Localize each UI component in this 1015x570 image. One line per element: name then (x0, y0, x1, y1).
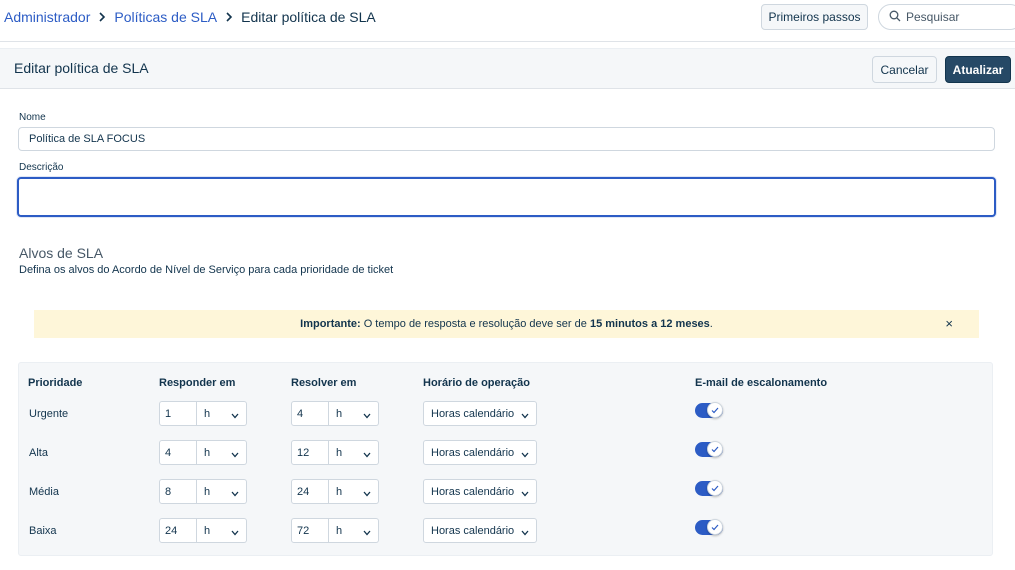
respond-unit-select[interactable]: h (197, 401, 247, 426)
alert-text: O tempo de resposta e resolução deve ser… (360, 318, 590, 330)
resolve-unit-value: h (336, 407, 343, 420)
chevron-down-icon (521, 410, 529, 422)
search-input[interactable] (906, 10, 1006, 24)
getting-started-button[interactable]: Primeiros passos (761, 4, 868, 30)
check-icon (707, 480, 723, 496)
respond-value-input[interactable]: 24 (159, 518, 197, 543)
page-header: Editar política de SLA Cancelar Atualiza… (0, 48, 1015, 89)
chevron-down-icon (231, 449, 239, 461)
chevron-down-icon (363, 410, 371, 422)
chevron-down-icon (231, 527, 239, 539)
important-alert: Importante: O tempo de resposta e resolu… (34, 310, 979, 338)
resolve-unit-value: h (336, 446, 343, 459)
respond-value-input[interactable]: 1 (159, 401, 197, 426)
chevron-down-icon (521, 488, 529, 500)
respond-unit-select[interactable]: h (197, 479, 247, 504)
sla-targets-subtitle: Defina os alvos do Acordo de Nível de Se… (19, 264, 394, 276)
resolve-unit-select[interactable]: h (329, 401, 379, 426)
escalation-email-toggle[interactable] (695, 402, 723, 418)
header-respond-in: Responder em (159, 377, 236, 389)
sla-targets-table: Prioridade Responder em Resolver em Horá… (18, 362, 993, 556)
chevron-down-icon (231, 410, 239, 422)
chevron-down-icon (363, 527, 371, 539)
search-box[interactable] (878, 4, 1015, 30)
chevron-down-icon (521, 449, 529, 461)
breadcrumb-current: Editar política de SLA (241, 9, 376, 25)
resolve-unit-value: h (336, 524, 343, 537)
close-icon[interactable]: × (945, 317, 953, 331)
priority-label: Média (29, 486, 59, 498)
respond-unit-select[interactable]: h (197, 440, 247, 465)
operating-hours-value: Horas calendário (431, 407, 515, 420)
operating-hours-select[interactable]: Horas calendário (423, 401, 537, 426)
header-resolve-in: Resolver em (291, 377, 357, 389)
respond-unit-select[interactable]: h (197, 518, 247, 543)
operating-hours-select[interactable]: Horas calendário (423, 440, 537, 465)
check-icon (707, 402, 723, 418)
operating-hours-select[interactable]: Horas calendário (423, 518, 537, 543)
cancel-button[interactable]: Cancelar (872, 56, 937, 83)
resolve-unit-select[interactable]: h (329, 440, 379, 465)
chevron-down-icon (521, 527, 529, 539)
chevron-down-icon (231, 488, 239, 500)
header-escalation-email: E-mail de escalonamento (695, 377, 828, 389)
escalation-email-toggle[interactable] (695, 480, 723, 496)
escalation-email-toggle[interactable] (695, 441, 723, 457)
breadcrumb: Administrador Políticas de SLA Editar po… (4, 9, 376, 25)
header-operating-hours: Horário de operação (423, 377, 530, 389)
operating-hours-select[interactable]: Horas calendário (423, 479, 537, 504)
resolve-value-input[interactable]: 72 (291, 518, 329, 543)
resolve-value-input[interactable]: 24 (291, 479, 329, 504)
resolve-unit-value: h (336, 485, 343, 498)
respond-unit-value: h (204, 485, 211, 498)
description-label: Descrição (19, 162, 64, 173)
alert-highlight: 15 minutos a 12 meses (589, 318, 710, 330)
respond-unit-value: h (204, 446, 211, 459)
respond-value-input[interactable]: 8 (159, 479, 197, 504)
chevron-right-icon (225, 12, 233, 22)
check-icon (707, 519, 723, 535)
respond-unit-value: h (204, 524, 211, 537)
alert-text-end: . (709, 318, 713, 330)
operating-hours-value: Horas calendário (431, 524, 515, 537)
priority-label: Baixa (29, 525, 57, 537)
page-title: Editar política de SLA (14, 60, 149, 76)
breadcrumb-admin-link[interactable]: Administrador (4, 9, 90, 25)
chevron-down-icon (363, 488, 371, 500)
respond-unit-value: h (204, 407, 211, 420)
breadcrumb-sla-policies-link[interactable]: Políticas de SLA (114, 9, 217, 25)
alert-prefix: Importante: (300, 318, 361, 330)
priority-label: Urgente (29, 408, 69, 420)
resolve-value-input[interactable]: 4 (291, 401, 329, 426)
sla-targets-title: Alvos de SLA (19, 245, 104, 261)
chevron-down-icon (363, 449, 371, 461)
name-input[interactable] (18, 127, 995, 151)
resolve-value-input[interactable]: 12 (291, 440, 329, 465)
resolve-unit-select[interactable]: h (329, 518, 379, 543)
update-button[interactable]: Atualizar (945, 56, 1011, 83)
description-input[interactable] (17, 177, 996, 217)
search-icon (889, 10, 901, 25)
operating-hours-value: Horas calendário (431, 485, 515, 498)
resolve-unit-select[interactable]: h (329, 479, 379, 504)
name-label: Nome (19, 112, 46, 123)
chevron-right-icon (98, 12, 106, 22)
escalation-email-toggle[interactable] (695, 519, 723, 535)
top-bar: Administrador Políticas de SLA Editar po… (0, 0, 1015, 42)
check-icon (707, 441, 723, 457)
respond-value-input[interactable]: 4 (159, 440, 197, 465)
header-priority: Prioridade (28, 377, 83, 389)
priority-label: Alta (29, 447, 48, 459)
operating-hours-value: Horas calendário (431, 446, 515, 459)
